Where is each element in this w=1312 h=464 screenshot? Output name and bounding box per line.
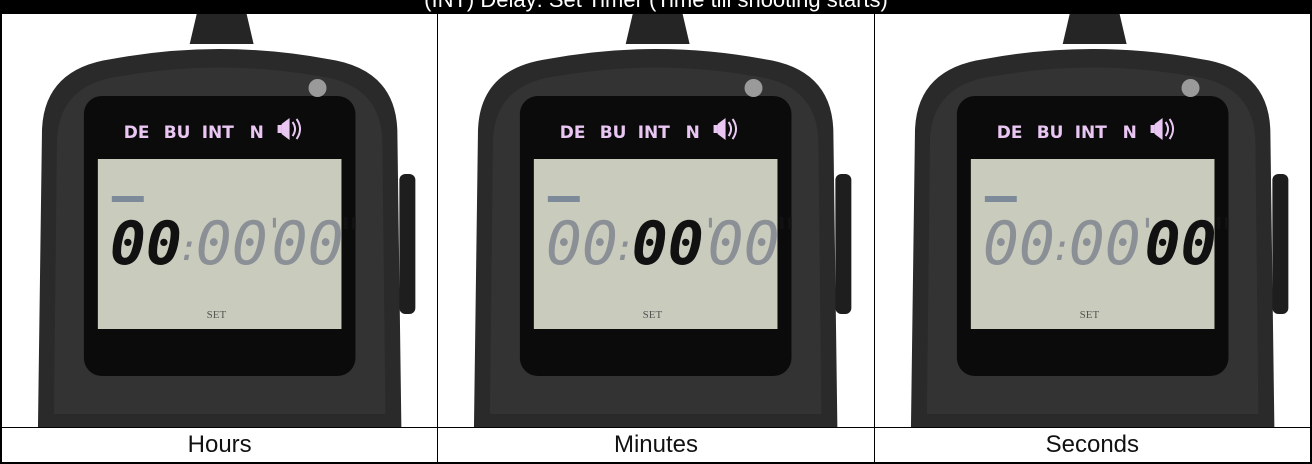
set-label: SET [1079,309,1099,321]
icon-label: INT [638,123,670,143]
minutes-digits: 00 [1068,209,1140,279]
icon-label: BU [600,123,627,143]
separator: " [1209,209,1235,260]
icon-label: N [1122,123,1136,143]
icon-label: DE [560,123,586,143]
icon-label: N [686,123,700,143]
minutes-digits: 00 [196,209,268,279]
hours-digits: 00 [110,209,182,279]
remote-photo: DE BU INT N 00 : 00 ' 00 " SET [438,14,874,428]
page-title: (INT) Delay: Set Timer (Time till shooti… [0,0,1312,12]
remote-photo: DE BU INT N 00 : 00 ' 00 " SET [874,14,1310,428]
seconds-digits: 00 [1144,209,1216,279]
icon-label: INT [1074,123,1106,143]
panels-row: DE BU INT N 00 : 00 ' 00 " SET Hours DE … [0,14,1312,464]
minutes-digits: 00 [632,209,704,279]
panel-caption: Seconds [874,427,1310,462]
panel-minutes: DE BU INT N 00 : 00 ' 00 " SET Minutes [438,14,875,462]
hours-digits: 00 [546,209,618,279]
panel-hours: DE BU INT N 00 : 00 ' 00 " SET Hours [2,14,439,462]
set-label: SET [207,309,227,321]
separator: " [773,209,799,260]
seconds-digits: 00 [272,209,344,279]
icon-label: DE [996,123,1022,143]
remote-photo: DE BU INT N 00 : 00 ' 00 " SET [2,14,438,428]
icon-label: BU [1036,123,1063,143]
icon-label: BU [164,123,191,143]
separator: " [336,209,362,260]
icon-label: INT [202,123,234,143]
panel-caption: Hours [2,427,438,462]
icon-label: DE [124,123,150,143]
seconds-digits: 00 [708,209,780,279]
icon-label: N [250,123,264,143]
panel-seconds: DE BU INT N 00 : 00 ' 00 " SET Seconds [874,14,1310,462]
hours-digits: 00 [982,209,1054,279]
panel-caption: Minutes [438,427,874,462]
title-bar: (INT) Delay: Set Timer (Time till shooti… [0,0,1312,14]
set-label: SET [643,309,663,321]
